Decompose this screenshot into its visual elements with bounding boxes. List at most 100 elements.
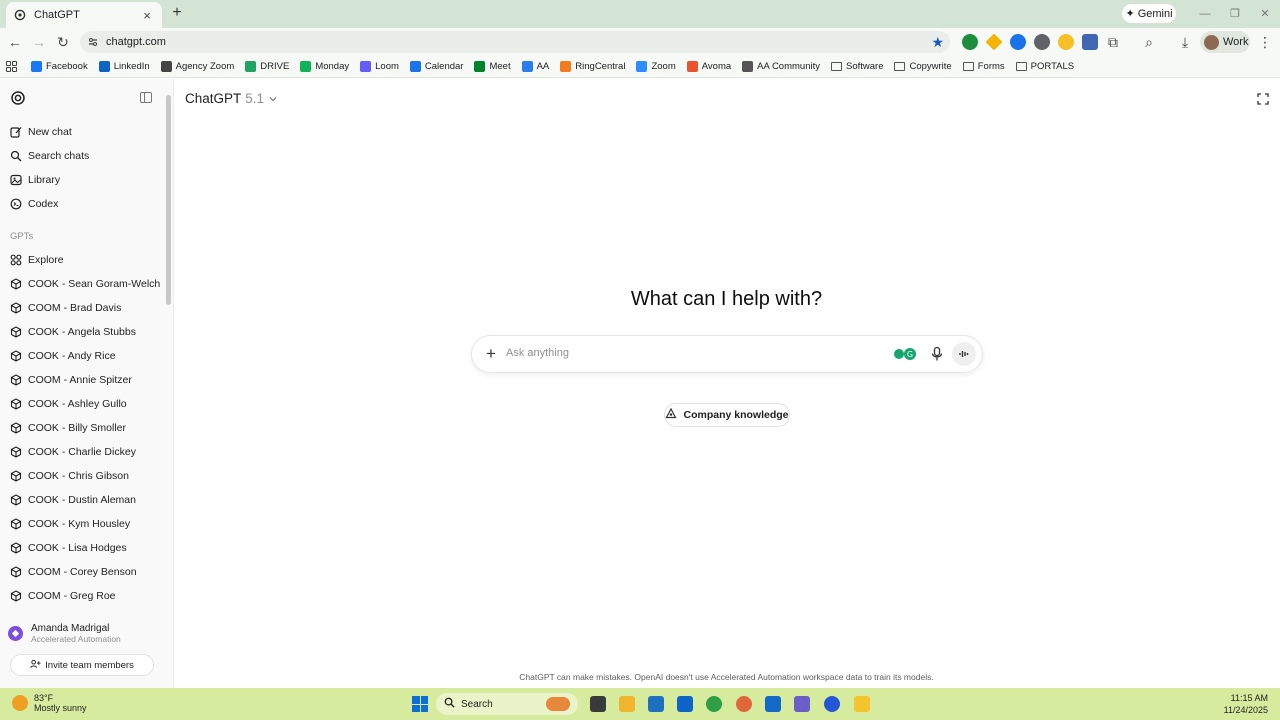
planner-icon[interactable]: [765, 696, 781, 712]
restore-icon[interactable]: ❐: [1220, 0, 1250, 28]
minimize-icon[interactable]: —: [1190, 0, 1220, 28]
bookmark-item[interactable]: DRIVE: [245, 61, 289, 72]
profile-button[interactable]: Work: [1200, 31, 1250, 53]
gpt-cube-icon: [10, 398, 22, 410]
store-icon[interactable]: [648, 696, 664, 712]
copilot-icon[interactable]: [736, 696, 752, 712]
company-knowledge-button[interactable]: Company knowledge: [664, 403, 790, 427]
sidebar-item-library[interactable]: Library: [10, 170, 160, 190]
temporary-chat-icon[interactable]: [1256, 92, 1270, 106]
windows-start-icon[interactable]: [412, 696, 428, 712]
chatgpt-favicon-icon: [14, 9, 26, 21]
sidebar-item-label: COOM - Corey Benson: [28, 566, 137, 578]
extension-grammarly-icon[interactable]: [962, 34, 978, 50]
address-bar[interactable]: chatgpt.com ★: [80, 31, 950, 53]
bookmark-item[interactable]: Meet: [474, 61, 511, 72]
bookmark-item[interactable]: Facebook: [31, 61, 88, 72]
gpt-list-item[interactable]: COOK - Billy Smoller: [10, 418, 160, 438]
sidebar-toggle-icon[interactable]: [140, 92, 152, 103]
composer[interactable]: + Ask anything G: [471, 335, 983, 373]
bookmark-item[interactable]: PORTALS: [1015, 61, 1074, 72]
gpt-list-item[interactable]: COOK - Angela Stubbs: [10, 322, 160, 342]
gpt-list-item[interactable]: COOM - Corey Benson: [10, 562, 160, 582]
taskbar-search[interactable]: Search: [436, 693, 578, 715]
gpt-list-item[interactable]: COOM - Greg Roe: [10, 586, 160, 606]
tab-search-icon[interactable]: ⌕: [1140, 33, 1158, 51]
bookmark-item[interactable]: Zoom: [636, 61, 676, 72]
sidebar-scrollbar[interactable]: [166, 95, 171, 305]
extensions-puzzle-icon[interactable]: ⧉: [1104, 33, 1122, 51]
sidebar-item-explore[interactable]: Explore: [10, 250, 160, 270]
extension-blue-icon[interactable]: [1010, 34, 1026, 50]
bookmark-star-icon[interactable]: ★: [931, 34, 944, 51]
bookmark-item[interactable]: AA Community: [742, 61, 820, 72]
invite-team-button[interactable]: Invite team members: [10, 654, 154, 676]
bookmark-item[interactable]: Software: [830, 61, 883, 72]
sticky-notes-icon[interactable]: [854, 696, 870, 712]
chat-input[interactable]: Ask anything: [506, 347, 569, 359]
gpt-list-item[interactable]: COOK - Sean Goram-Welch: [10, 274, 160, 294]
reload-icon[interactable]: ↻: [54, 33, 72, 51]
bookmark-item[interactable]: RingCentral: [560, 61, 625, 72]
model-selector[interactable]: ChatGPT 5.1: [185, 91, 278, 106]
browser-tab-strip: ChatGPT × + ✦ Gemini — ❐ ✕: [0, 0, 1280, 28]
tab-close-icon[interactable]: ×: [140, 8, 154, 23]
bookmark-item[interactable]: Copywrite: [894, 61, 952, 72]
chrome-icon[interactable]: [706, 696, 722, 712]
sidebar-item-new-chat[interactable]: New chat: [10, 122, 160, 142]
gpt-cube-icon: [10, 518, 22, 530]
bookmark-item[interactable]: Monday: [300, 61, 349, 72]
bookmark-item[interactable]: Avoma: [686, 61, 731, 72]
extension-yellow-icon[interactable]: [1058, 34, 1074, 50]
bookmark-item[interactable]: Agency Zoom: [160, 61, 234, 72]
bookmark-item[interactable]: AA: [521, 61, 549, 72]
sidebar-item-search-chats[interactable]: Search chats: [10, 146, 160, 166]
gpt-list-item[interactable]: COOK - Charlie Dickey: [10, 442, 160, 462]
bookmark-item[interactable]: Calendar: [409, 61, 463, 72]
gpt-list-item[interactable]: COOK - Andy Rice: [10, 346, 160, 366]
openai-logo-icon[interactable]: [10, 90, 26, 106]
gpt-list-item[interactable]: COOK - Lisa Hodges: [10, 538, 160, 558]
bookmark-item[interactable]: LinkedIn: [98, 61, 150, 72]
gpt-list-item[interactable]: COOK - Dustin Aleman: [10, 490, 160, 510]
add-attachment-button[interactable]: +: [482, 345, 500, 363]
bookmark-label: Zoom: [651, 61, 676, 72]
weather-widget[interactable]: 83°F Mostly sunny: [12, 693, 87, 713]
sidebar-item-codex[interactable]: Codex: [10, 194, 160, 214]
extension-lens-icon[interactable]: [1034, 34, 1050, 50]
user-account[interactable]: Amanda Madrigal Accelerated Automation: [8, 623, 121, 644]
weather-desc: Mostly sunny: [34, 703, 87, 713]
close-window-icon[interactable]: ✕: [1250, 0, 1280, 28]
outlook-icon[interactable]: [677, 696, 693, 712]
sun-icon: [12, 695, 28, 711]
extension-badge-icon[interactable]: [1082, 34, 1098, 50]
gpt-list-item[interactable]: COOK - Kym Housley: [10, 514, 160, 534]
library-icon: [10, 174, 22, 186]
new-tab-button[interactable]: +: [168, 4, 186, 22]
gpt-list-item[interactable]: COOM - Annie Spitzer: [10, 370, 160, 390]
downloads-icon[interactable]: ⤓: [1176, 33, 1194, 51]
task-view-icon[interactable]: [590, 696, 606, 712]
back-icon[interactable]: ←: [6, 33, 24, 51]
gpt-list-item[interactable]: COOM - Brad Davis: [10, 298, 160, 318]
forward-icon[interactable]: →: [30, 33, 48, 51]
browser-menu-icon[interactable]: ⋮: [1256, 33, 1274, 51]
grammarly-icon[interactable]: G: [892, 347, 918, 361]
site-info-icon[interactable]: [86, 35, 100, 49]
browser-tab[interactable]: ChatGPT ×: [6, 2, 162, 28]
apps-grid-icon[interactable]: [6, 61, 17, 72]
calculator-icon[interactable]: [794, 696, 810, 712]
sidebar-item-label: COOK - Sean Goram-Welch: [28, 278, 161, 290]
microphone-icon[interactable]: [930, 346, 944, 362]
system-clock[interactable]: 11:15 AM 11/24/2025: [1224, 692, 1268, 716]
gpt-list-item[interactable]: COOK - Ashley Gullo: [10, 394, 160, 414]
zoom-app-icon[interactable]: [824, 696, 840, 712]
bookmark-item[interactable]: Loom: [360, 61, 399, 72]
extension-drive-icon[interactable]: [985, 33, 1003, 51]
file-explorer-icon[interactable]: [619, 696, 635, 712]
voice-mode-button[interactable]: [952, 342, 976, 366]
gemini-button[interactable]: ✦ Gemini: [1122, 4, 1176, 23]
window-controls: — ❐ ✕: [1190, 0, 1280, 28]
gpt-list-item[interactable]: COOK - Chris Gibson: [10, 466, 160, 486]
bookmark-item[interactable]: Forms: [962, 61, 1005, 72]
